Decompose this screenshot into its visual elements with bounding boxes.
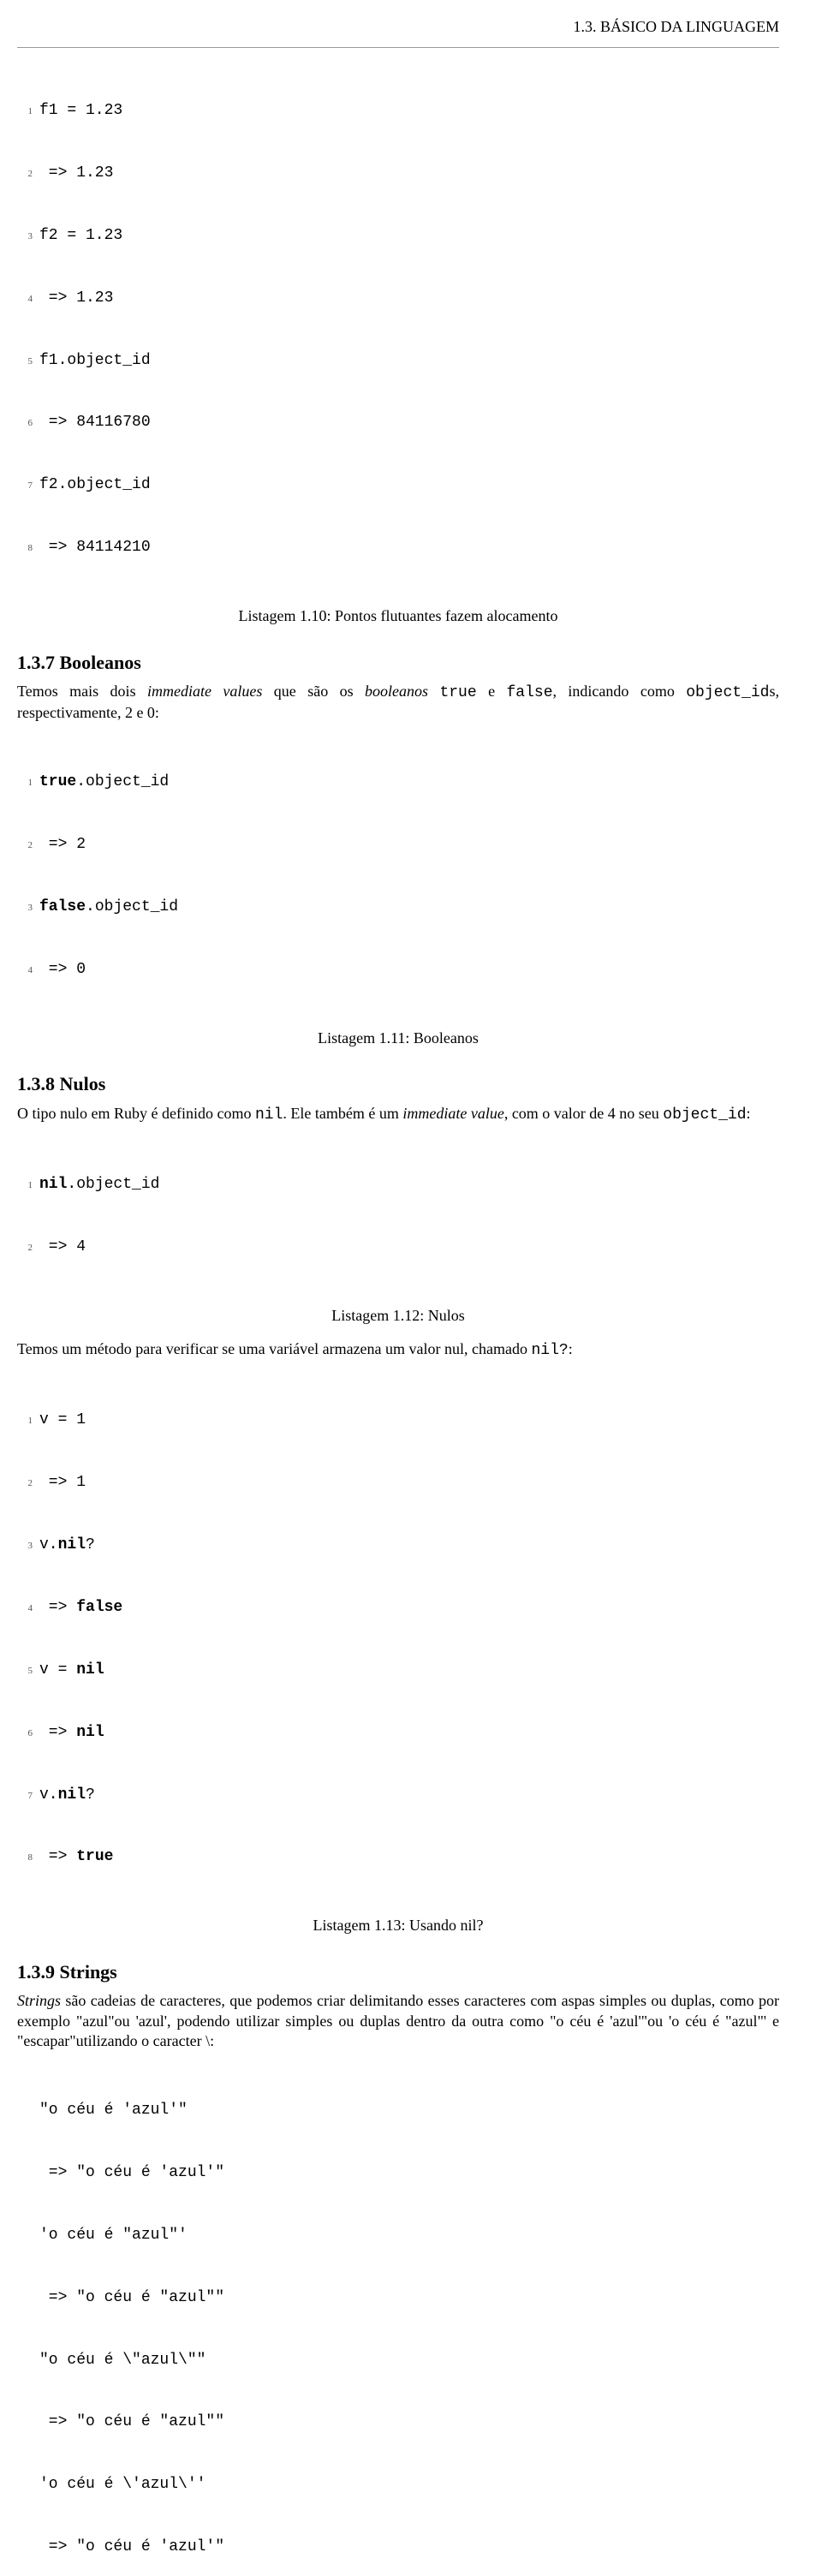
- line-no: 6: [17, 412, 33, 432]
- code-text: => 0: [39, 959, 86, 980]
- header-rule: [17, 47, 779, 48]
- mono-text: object_id: [686, 684, 769, 701]
- text: são cadeias de caracteres, que podemos c…: [17, 1992, 779, 2049]
- line-no: 5: [17, 1660, 33, 1680]
- code-text: => true: [39, 1846, 113, 1867]
- text: :: [569, 1340, 573, 1357]
- code-text: => 1: [39, 1472, 86, 1493]
- line-no: 1: [17, 100, 33, 121]
- text: . Ele também é um: [283, 1105, 402, 1122]
- heading-1-3-7: 1.3.7 Booleanos: [17, 651, 779, 676]
- mono-text: nil?: [532, 1342, 569, 1359]
- text: Temos um método para verificar se uma va…: [17, 1340, 532, 1357]
- text: [428, 683, 439, 700]
- listing-caption: Listagem 1.12: Nulos: [17, 1306, 779, 1326]
- code-text: true.object_id: [39, 772, 169, 792]
- italic-text: Strings: [17, 1992, 61, 2009]
- code-text: => "o céu é 'azul'": [39, 2537, 779, 2557]
- listing-caption: Listagem 1.10: Pontos flutuantes fazem a…: [17, 606, 779, 626]
- text: , com o valor de 4 no seu: [504, 1105, 663, 1122]
- code-text: => 4: [39, 1237, 86, 1257]
- page: 1.3. BÁSICO DA LINGUAGEM 1 f1 = 1.23 2 =>…: [0, 0, 822, 2576]
- text: :: [747, 1105, 751, 1122]
- line-no: 2: [17, 1472, 33, 1493]
- code-text: => "o céu é "azul"": [39, 2412, 779, 2432]
- text: e: [477, 683, 507, 700]
- heading-1-3-9: 1.3.9 Strings: [17, 1960, 779, 1985]
- line-no: 3: [17, 1535, 33, 1555]
- line-no: 3: [17, 225, 33, 246]
- code-text: => 1.23: [39, 163, 113, 183]
- line-no: 2: [17, 834, 33, 855]
- code-text: "o céu é 'azul'": [39, 2100, 779, 2120]
- code-text: v.nil?: [39, 1535, 95, 1555]
- code-text: => 84114210: [39, 537, 151, 558]
- mono-text: false: [507, 684, 553, 701]
- line-no: 1: [17, 772, 33, 792]
- code-listing-1-13: 1 v = 1 2 => 1 3 v.nil? 4 => false 5 v = ni…: [17, 1368, 779, 1910]
- text: O tipo nulo em Ruby é definido como: [17, 1105, 255, 1122]
- listing-caption: Listagem 1.13: Usando nil?: [17, 1916, 779, 1935]
- code-text: nil.object_id: [39, 1174, 159, 1195]
- paragraph: Strings são cadeias de caracteres, que p…: [17, 1991, 779, 2051]
- code-text: => 2: [39, 834, 86, 855]
- code-text: 'o céu é \'azul\'': [39, 2474, 779, 2495]
- code-text: v = 1: [39, 1410, 86, 1430]
- code-listing-1-11: 1true.object_id 2 => 2 3false.object_id …: [17, 730, 779, 1022]
- code-text: false.object_id: [39, 897, 178, 917]
- line-no: 1: [17, 1410, 33, 1430]
- running-header: 1.3. BÁSICO DA LINGUAGEM: [17, 17, 779, 37]
- listing-caption: Listagem 1.11: Booleanos: [17, 1029, 779, 1048]
- line-no: 3: [17, 897, 33, 917]
- text: Temos mais dois: [17, 683, 147, 700]
- line-no: 7: [17, 1785, 33, 1805]
- code-text: => "o céu é "azul"": [39, 2287, 779, 2308]
- code-listing-strings: "o céu é 'azul'" => "o céu é 'azul'" 'o …: [17, 2058, 779, 2576]
- line-no: 8: [17, 537, 33, 558]
- line-no: 6: [17, 1722, 33, 1743]
- line-no: 4: [17, 288, 33, 308]
- code-text: f1.object_id: [39, 350, 151, 371]
- code-text: f2 = 1.23: [39, 225, 122, 246]
- mono-text: true: [439, 684, 476, 701]
- line-no: 1: [17, 1174, 33, 1195]
- code-text: => "o céu é 'azul'": [39, 2162, 779, 2183]
- code-text: "o céu é \"azul\"": [39, 2350, 779, 2370]
- code-text: => nil: [39, 1722, 104, 1743]
- code-text: f1 = 1.23: [39, 100, 122, 121]
- paragraph: Temos mais dois immediate values que são…: [17, 682, 779, 724]
- code-text: f2.object_id: [39, 474, 151, 495]
- code-listing-1-10: 1 f1 = 1.23 2 => 1.23 3 f2 = 1.23 4 => 1.2…: [17, 58, 779, 599]
- line-no: 2: [17, 1237, 33, 1257]
- code-text: => 84116780: [39, 412, 151, 432]
- mono-text: object_id: [663, 1106, 746, 1124]
- line-no: 4: [17, 959, 33, 980]
- code-text: v.nil?: [39, 1785, 95, 1805]
- italic-text: immediate values: [147, 683, 262, 700]
- code-text: => 1.23: [39, 288, 113, 308]
- line-no: 2: [17, 163, 33, 183]
- paragraph: O tipo nulo em Ruby é definido como nil.…: [17, 1104, 779, 1125]
- line-no: 5: [17, 350, 33, 371]
- code-text: => false: [39, 1597, 122, 1618]
- code-text: v = nil: [39, 1660, 104, 1680]
- text: , indicando como: [553, 683, 687, 700]
- line-no: 7: [17, 474, 33, 495]
- heading-1-3-8: 1.3.8 Nulos: [17, 1072, 779, 1097]
- code-text: 'o céu é "azul"': [39, 2225, 779, 2245]
- paragraph: Temos um método para verificar se uma va…: [17, 1339, 779, 1361]
- italic-text: booleanos: [365, 683, 428, 700]
- line-no: 4: [17, 1597, 33, 1618]
- italic-text: immediate value: [402, 1105, 503, 1122]
- code-listing-1-12: 1 nil.object_id 2 => 4: [17, 1132, 779, 1298]
- text: que são os: [262, 683, 365, 700]
- mono-text: nil: [255, 1106, 283, 1124]
- line-no: 8: [17, 1846, 33, 1867]
